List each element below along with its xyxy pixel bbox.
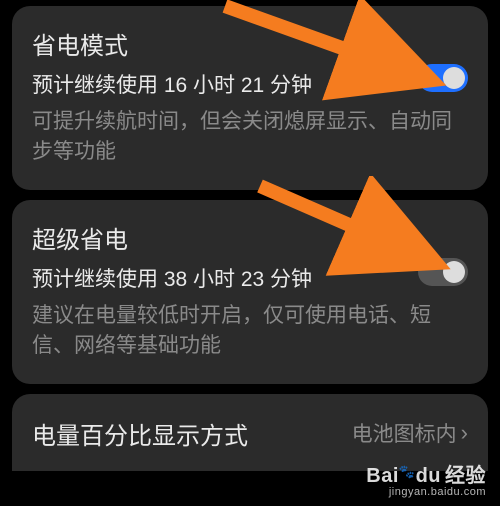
row-value: 电池图标内 › bbox=[352, 418, 468, 448]
power-saving-toggle[interactable] bbox=[418, 64, 468, 92]
chevron-right-icon: › bbox=[461, 420, 468, 446]
card-subtitle: 预计继续使用 38 小时 23 分钟 bbox=[32, 263, 468, 293]
card-subtitle: 预计继续使用 16 小时 21 分钟 bbox=[32, 69, 468, 99]
toggle-knob bbox=[443, 67, 465, 89]
card-description: 建议在电量较低时开启，仅可使用电话、短信、网络等基础功能 bbox=[32, 301, 468, 362]
toggle-knob bbox=[443, 261, 465, 283]
row-title: 电量百分比显示方式 bbox=[32, 416, 248, 451]
card-description: 可提升续航时间，但会关闭熄屏显示、自动同步等功能 bbox=[32, 107, 468, 168]
super-power-saving-toggle[interactable] bbox=[418, 258, 468, 286]
watermark-brand: Bai🐾du bbox=[366, 465, 441, 488]
power-saving-mode-card: 省电模式 预计继续使用 16 小时 21 分钟 可提升续航时间，但会关闭熄屏显示… bbox=[12, 6, 488, 190]
card-title: 省电模式 bbox=[32, 26, 468, 61]
card-title: 超级省电 bbox=[32, 220, 468, 255]
watermark-suffix: 经验 bbox=[445, 459, 486, 488]
paw-icon: 🐾 bbox=[399, 464, 416, 479]
watermark: Bai🐾du 经验 jingyan.baidu.com bbox=[366, 459, 486, 498]
super-power-saving-card: 超级省电 预计继续使用 38 小时 23 分钟 建议在电量较低时开启，仅可使用电… bbox=[12, 200, 488, 384]
row-value-text: 电池图标内 bbox=[352, 418, 457, 448]
